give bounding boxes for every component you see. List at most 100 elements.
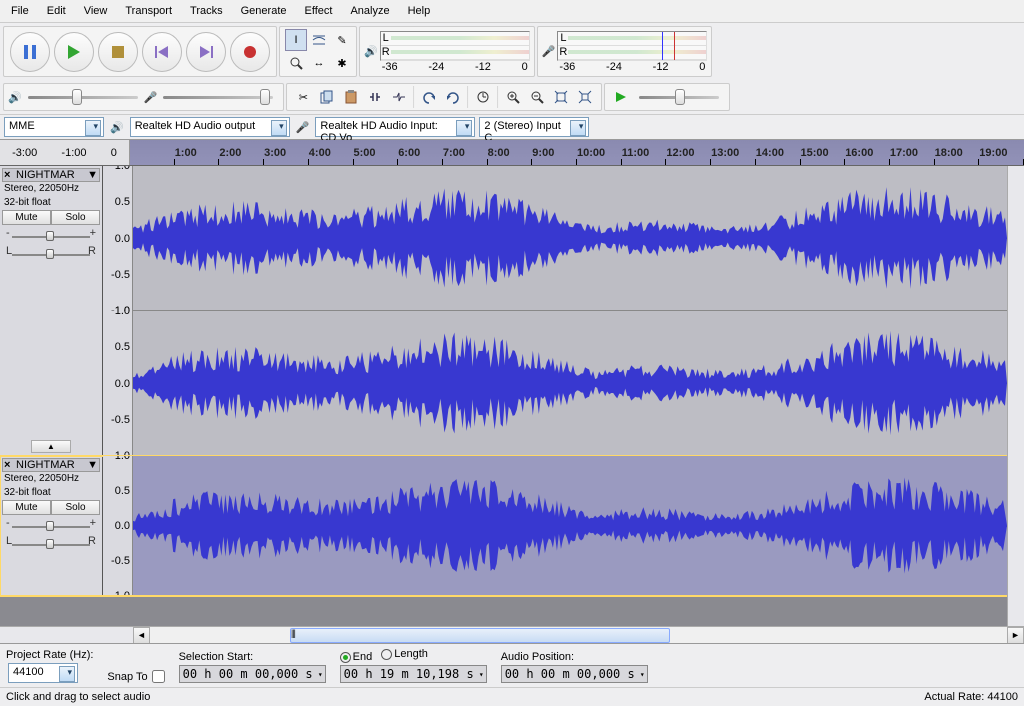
zoom-in-button[interactable]	[502, 86, 524, 108]
selection-tool[interactable]: I	[285, 29, 307, 51]
input-meter[interactable]: L R	[557, 31, 707, 61]
track-pan-slider[interactable]: LR	[6, 537, 96, 551]
menu-view[interactable]: View	[75, 2, 117, 20]
redo-button[interactable]	[442, 86, 464, 108]
length-radio[interactable]: Length	[381, 648, 428, 660]
waveform[interactable]	[133, 456, 1007, 595]
scroll-thumb[interactable]: ⦀	[290, 628, 670, 643]
transport-toolbar	[3, 26, 277, 77]
selection-end-field[interactable]: 00 h 19 m 10,198 s	[340, 665, 487, 683]
input-device-combo[interactable]: Realtek HD Audio Input: CD Vo	[315, 117, 475, 137]
skip-end-button[interactable]	[186, 32, 226, 72]
envelope-tool[interactable]	[308, 29, 330, 51]
track-name[interactable]: NIGHTMAR	[16, 169, 87, 181]
mic-meter-icon: 🎤	[542, 45, 556, 58]
output-meter[interactable]: L R	[380, 31, 530, 61]
track: ×NIGHTMAR▼Stereo, 22050Hz32-bit floatMut…	[0, 166, 1007, 456]
track: ×NIGHTMAR▼Stereo, 22050Hz32-bit floatMut…	[0, 456, 1007, 596]
vertical-scrollbar[interactable]	[1007, 166, 1024, 626]
timeline-negative: -3:00-1:000	[0, 140, 130, 165]
menu-transport[interactable]: Transport	[116, 2, 181, 20]
silence-button[interactable]	[388, 86, 410, 108]
cut-button[interactable]: ✂	[292, 86, 314, 108]
trim-button[interactable]	[364, 86, 386, 108]
fit-selection-button[interactable]	[550, 86, 572, 108]
timeline-tick: 10:00	[577, 140, 605, 165]
paste-button[interactable]	[340, 86, 362, 108]
track-menu-button[interactable]: ▼	[87, 459, 98, 471]
track-gain-slider[interactable]: -+	[6, 519, 96, 533]
playback-speed-slider[interactable]	[639, 96, 719, 99]
stop-button[interactable]	[98, 32, 138, 72]
menu-analyze[interactable]: Analyze	[341, 2, 398, 20]
separator	[413, 86, 415, 108]
timeline-tick: 5:00	[354, 140, 376, 165]
pause-button[interactable]	[10, 32, 50, 72]
timeline-tick: 2:00	[219, 140, 241, 165]
fit-project-button[interactable]	[574, 86, 596, 108]
edit-toolbar: ✂	[286, 83, 602, 111]
timeline-tick: 3:00	[264, 140, 286, 165]
menu-edit[interactable]: Edit	[38, 2, 75, 20]
copy-button[interactable]	[316, 86, 338, 108]
menu-file[interactable]: File	[2, 2, 38, 20]
waveform[interactable]	[133, 311, 1007, 455]
menu-effect[interactable]: Effect	[296, 2, 342, 20]
horizontal-scrollbar[interactable]: ◄ ⦀ ►	[0, 626, 1024, 643]
zoom-tool[interactable]	[285, 52, 307, 74]
menu-generate[interactable]: Generate	[232, 2, 296, 20]
scroll-left-button[interactable]: ◄	[133, 627, 150, 644]
mute-button[interactable]: Mute	[2, 500, 51, 515]
draw-tool[interactable]: ✎	[331, 29, 353, 51]
output-device-combo[interactable]: Realtek HD Audio output	[130, 117, 290, 137]
timeline-tick: 13:00	[711, 140, 739, 165]
track-name[interactable]: NIGHTMAR	[16, 459, 87, 471]
skip-start-button[interactable]	[142, 32, 182, 72]
scroll-track[interactable]: ⦀	[150, 627, 1007, 644]
solo-button[interactable]: Solo	[51, 210, 100, 225]
timeline-tick: 15:00	[801, 140, 829, 165]
scroll-right-button[interactable]: ►	[1007, 627, 1024, 644]
sync-lock-button[interactable]	[472, 86, 494, 108]
mute-button[interactable]: Mute	[2, 210, 51, 225]
menu-help[interactable]: Help	[399, 2, 440, 20]
menu-tracks[interactable]: Tracks	[181, 2, 232, 20]
timeshift-tool[interactable]: ↔	[308, 52, 330, 74]
play-button[interactable]	[54, 32, 94, 72]
selection-start-field[interactable]: 00 h 00 m 00,000 s	[179, 665, 326, 683]
snap-to-checkbox[interactable]	[152, 670, 165, 683]
track-close-button[interactable]: ×	[4, 459, 16, 471]
solo-button[interactable]: Solo	[51, 500, 100, 515]
track-menu-button[interactable]: ▼	[87, 169, 98, 181]
timeline-tick: 6:00	[398, 140, 420, 165]
timeline-tick: 12:00	[666, 140, 694, 165]
mixer-toolbar: 🔊 🎤	[3, 83, 284, 111]
audio-position-field[interactable]: 00 h 00 m 00,000 s	[501, 665, 648, 683]
separator	[467, 86, 469, 108]
track-close-button[interactable]: ×	[4, 169, 16, 181]
speaker-icon: 🔊	[8, 91, 22, 104]
output-volume-slider[interactable]	[28, 96, 138, 99]
project-rate-combo[interactable]: 44100	[8, 663, 78, 683]
timeline-tick: 7:00	[443, 140, 465, 165]
track-gain-slider[interactable]: -+	[6, 229, 96, 243]
track-waveform-area[interactable]: 1.00.50.0-0.5-1.01.00.50.0-0.5-1.0	[103, 166, 1007, 455]
track-waveform-area[interactable]: 1.00.50.0-0.5-1.0	[103, 456, 1007, 595]
end-radio[interactable]: End	[340, 651, 373, 663]
audio-host-combo[interactable]: MME	[4, 117, 104, 137]
play-at-speed-button[interactable]	[610, 86, 632, 108]
track-format: Stereo, 22050Hz	[2, 472, 100, 486]
input-channels-combo[interactable]: 2 (Stereo) Input C	[479, 117, 589, 137]
status-bar: Click and drag to select audio Actual Ra…	[0, 687, 1024, 706]
track-pan-slider[interactable]: LR	[6, 247, 96, 261]
waveform[interactable]	[133, 166, 1007, 310]
multi-tool[interactable]: ✱	[331, 52, 353, 74]
zoom-out-button[interactable]	[526, 86, 548, 108]
track-collapse-button[interactable]: ▲	[31, 440, 71, 453]
timeline-ruler[interactable]: -3:00-1:000 1:002:003:004:005:006:007:00…	[0, 140, 1024, 166]
timeline-tick: 9:00	[532, 140, 554, 165]
undo-button[interactable]	[418, 86, 440, 108]
input-volume-slider[interactable]	[163, 96, 273, 99]
record-button[interactable]	[230, 32, 270, 72]
selection-toolbar: Project Rate (Hz): 44100 Snap To Selecti…	[0, 643, 1024, 687]
